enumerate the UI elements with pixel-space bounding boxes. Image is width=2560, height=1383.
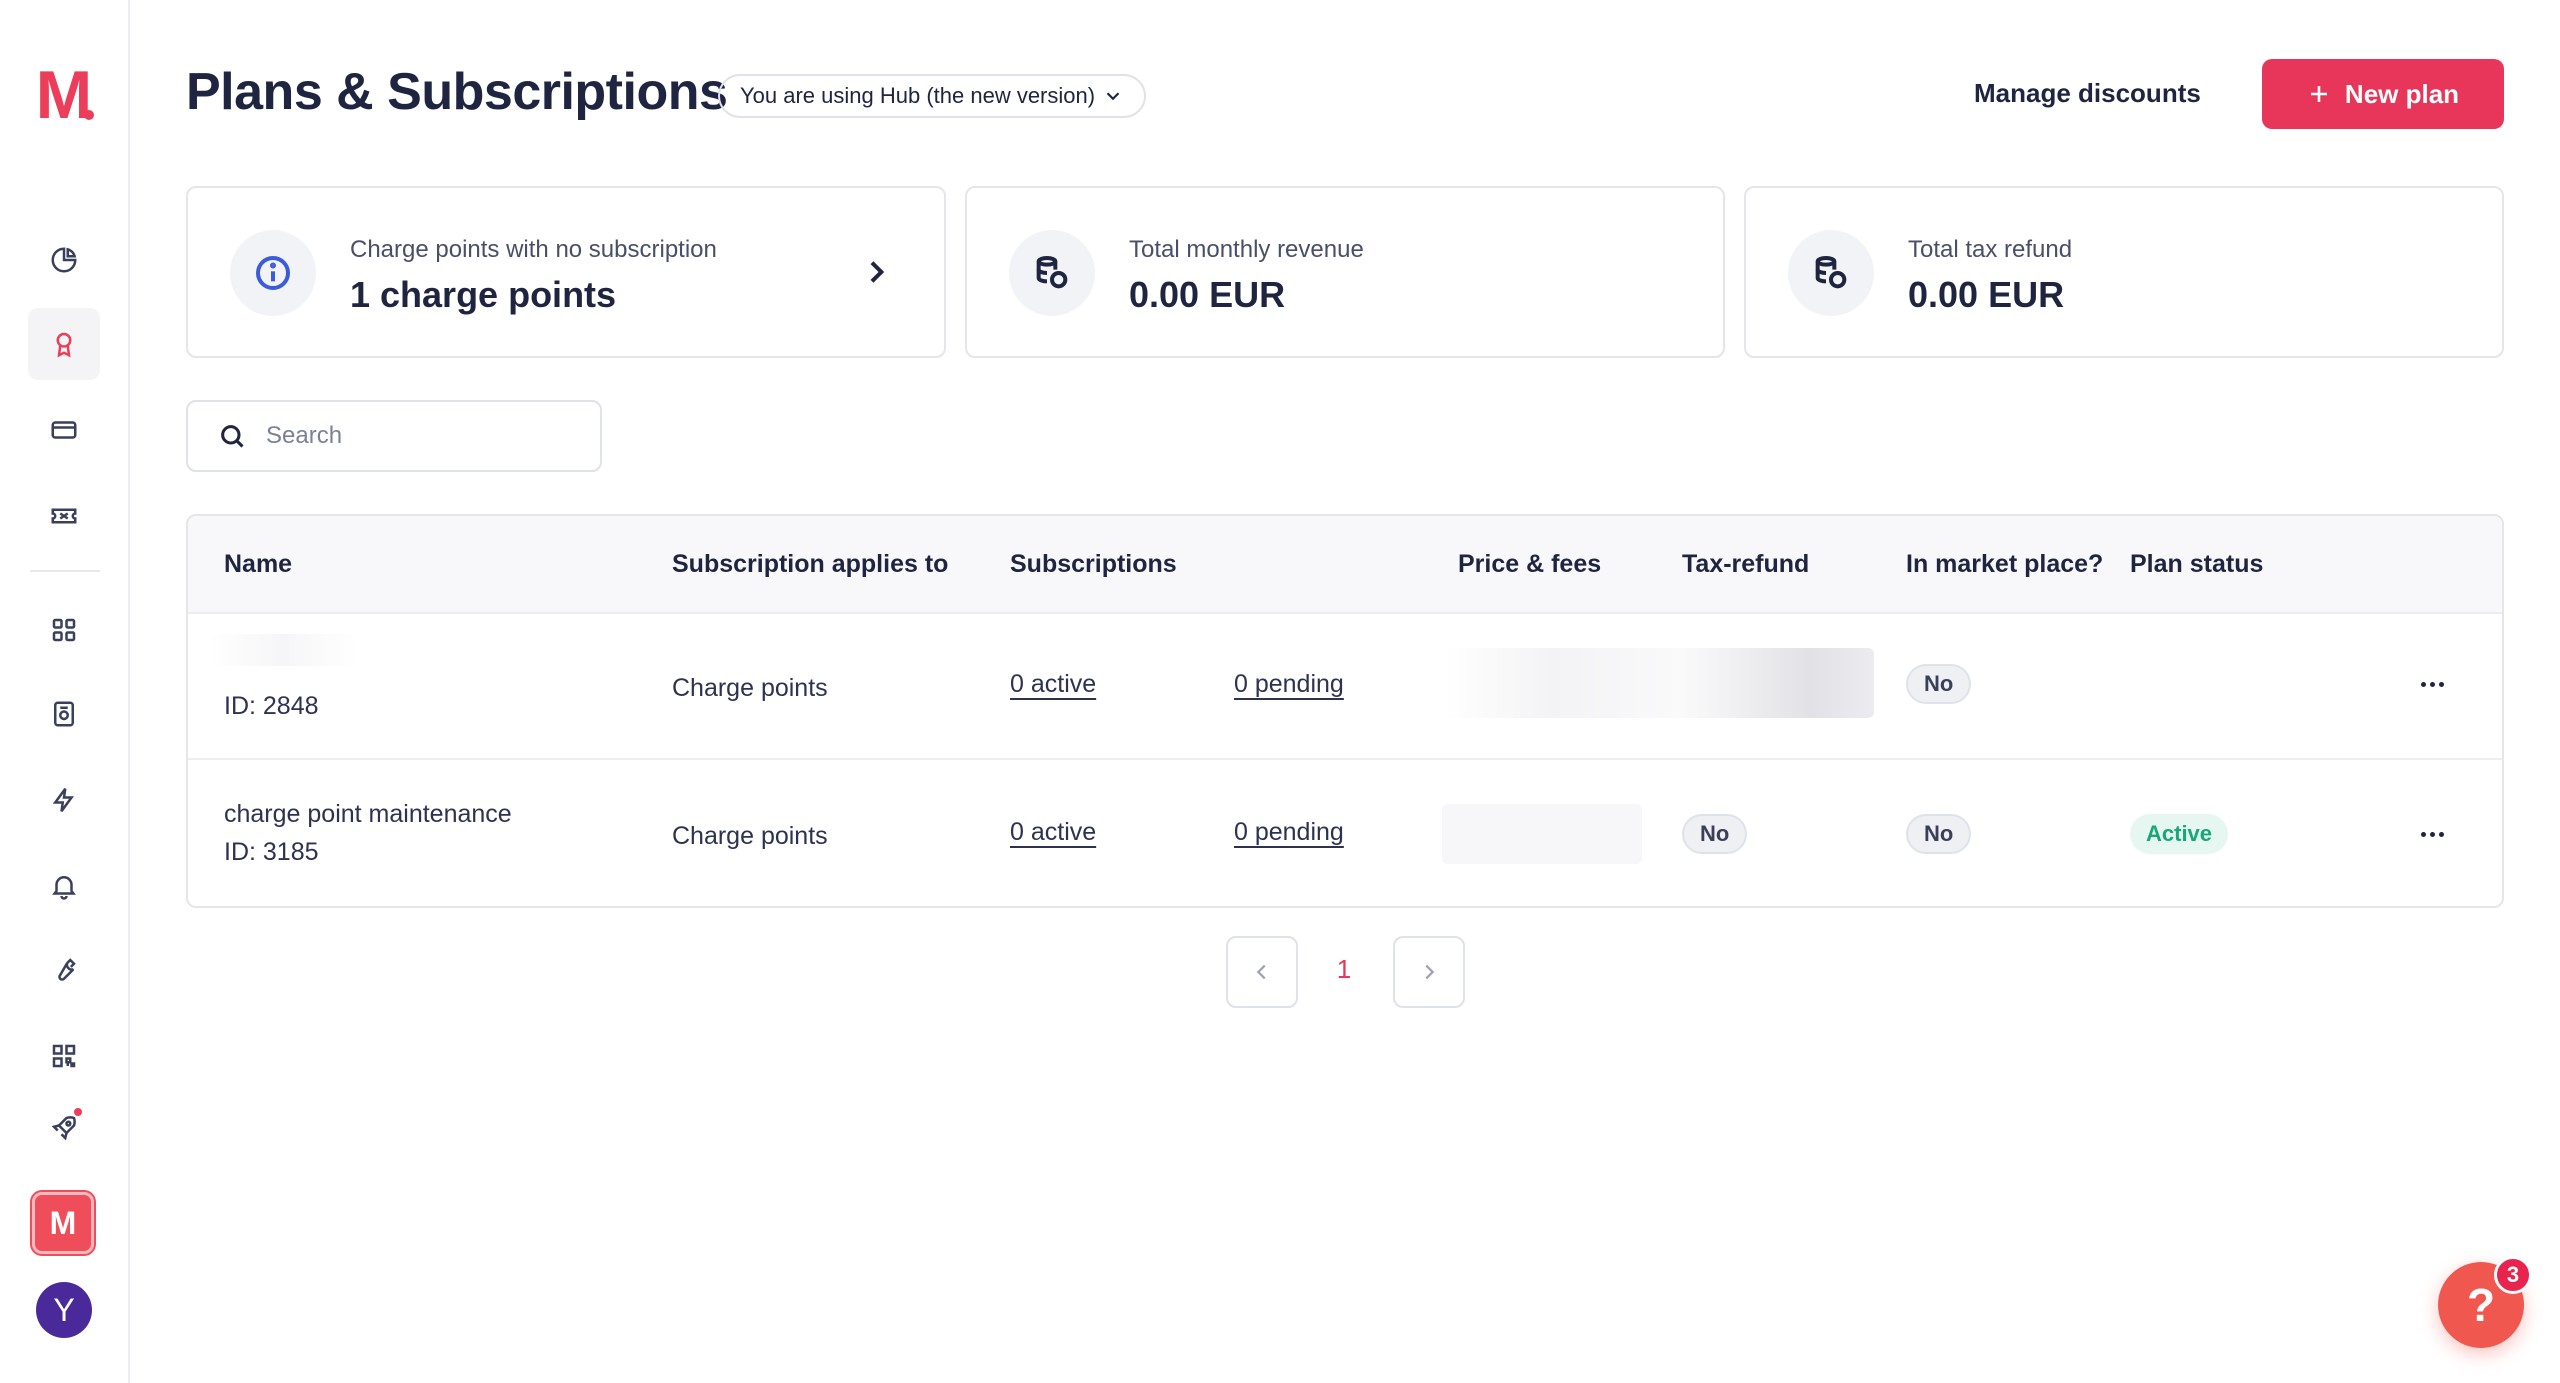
plans-table: Name Subscription applies to Subscriptio… [186, 514, 2504, 908]
sidebar-item-vouchers[interactable] [28, 480, 100, 552]
redacted-price-fees [1442, 804, 1642, 864]
card-icon-wrapper [1009, 230, 1095, 316]
version-dropdown[interactable]: You are using Hub (the new version) [718, 74, 1146, 118]
sidebar-item-chargers[interactable] [28, 678, 100, 750]
new-plan-label: New plan [2344, 78, 2460, 109]
active-subscriptions-link[interactable]: 0 active [1010, 818, 1096, 847]
plan-applies-to: Charge points [672, 822, 828, 850]
marketplace-badge: No [1906, 664, 1972, 704]
sidebar-divider [30, 570, 100, 572]
sidebar-item-dashboard[interactable] [28, 224, 100, 296]
help-badge: 3 [2494, 1256, 2532, 1294]
status-badge: Active [2130, 814, 2229, 854]
sidebar-item-payments[interactable] [28, 394, 100, 466]
charger-icon [54, 701, 74, 727]
redacted-plan-name [208, 634, 358, 666]
card-icon-wrapper [1788, 230, 1874, 316]
version-label: You are using Hub (the new version) [740, 83, 1096, 108]
sidebar-item-energy[interactable] [28, 764, 100, 836]
award-icon [56, 332, 72, 358]
column-header-marketplace[interactable]: In market place? [1906, 550, 2103, 579]
workspace-switcher[interactable]: M [32, 1192, 94, 1254]
plus-icon [2310, 86, 2327, 102]
new-plan-button[interactable]: New plan [2262, 59, 2504, 129]
more-dot [2420, 681, 2426, 687]
pending-subscriptions-link[interactable]: 0 pending [1234, 670, 1344, 699]
card-label: Total tax refund [1908, 236, 2073, 263]
notification-dot [74, 1108, 82, 1116]
table-row[interactable]: charge point maintenance ID: 3185 Charge… [188, 762, 2502, 906]
search-input[interactable] [266, 422, 586, 450]
column-header-applies-to[interactable]: Subscription applies to [672, 550, 948, 579]
table-header: Name Subscription applies to Subscriptio… [188, 516, 2502, 614]
coins-icon [1815, 255, 1847, 289]
table-row[interactable]: ID: 2848 Charge points 0 active 0 pendin… [188, 614, 2502, 760]
sidebar: M M Y [0, 0, 130, 1383]
sidebar-item-qr[interactable] [28, 1020, 100, 1092]
card-label: Charge points with no subscription [350, 236, 717, 263]
more-dot [2429, 681, 2435, 687]
coins-icon [1036, 255, 1068, 289]
sidebar-item-whats-new[interactable] [28, 1092, 100, 1164]
pending-subscriptions-link[interactable]: 0 pending [1234, 818, 1344, 847]
card-icon-wrapper [230, 230, 316, 316]
bell-icon [52, 876, 76, 900]
info-icon [256, 256, 290, 290]
page-title: Plans & Subscriptions [186, 63, 728, 121]
card-value: 0.00 EUR [1908, 274, 2065, 315]
plan-id: ID: 2848 [224, 692, 319, 720]
column-header-price[interactable]: Price & fees [1458, 550, 1601, 579]
wrench-icon [58, 958, 76, 981]
chevron-right-icon [870, 261, 885, 283]
tax-refund-badge: No [1682, 814, 1748, 854]
redacted-price-fees [1446, 648, 1874, 718]
row-actions-button[interactable] [2412, 814, 2452, 854]
more-dot [2438, 681, 2444, 687]
search-box[interactable] [186, 400, 602, 472]
sidebar-item-notifications[interactable] [28, 850, 100, 922]
logo-dot [84, 110, 94, 120]
chevron-left-icon [1256, 964, 1266, 980]
card-label: Total monthly revenue [1129, 236, 1364, 263]
manage-discounts-button[interactable]: Manage discounts [1974, 78, 2201, 109]
qr-code-icon [52, 1044, 76, 1068]
pagination-current-page[interactable]: 1 [1326, 954, 1362, 985]
card-monthly-revenue: Total monthly revenue 0.00 EUR [965, 186, 1725, 358]
pagination-prev-button[interactable] [1226, 936, 1298, 1008]
pagination-next-button[interactable] [1393, 936, 1465, 1008]
ticket-icon [51, 508, 77, 524]
more-dot [2438, 831, 2444, 837]
bolt-icon [52, 788, 74, 812]
app-logo[interactable]: M [30, 61, 96, 129]
chevron-right-icon [1425, 964, 1435, 980]
sidebar-item-plans[interactable] [28, 308, 100, 380]
plan-applies-to: Charge points [672, 674, 828, 702]
rocket-icon [51, 1116, 76, 1141]
dashboard-icon [51, 247, 77, 273]
column-header-tax-refund[interactable]: Tax-refund [1682, 550, 1809, 579]
card-value: 1 charge points [350, 274, 617, 315]
column-header-name[interactable]: Name [224, 550, 292, 579]
marketplace-badge: No [1906, 814, 1972, 854]
chevron-down-icon [1106, 92, 1120, 101]
column-header-plan-status[interactable]: Plan status [2130, 550, 2263, 579]
credit-card-icon [51, 421, 77, 439]
more-dot [2429, 831, 2435, 837]
search-icon [221, 425, 244, 448]
grid-icon [52, 618, 76, 642]
sidebar-item-maintenance[interactable] [28, 934, 100, 1006]
user-avatar[interactable]: Y [36, 1282, 92, 1338]
active-subscriptions-link[interactable]: 0 active [1010, 670, 1096, 699]
sidebar-item-apps[interactable] [28, 594, 100, 666]
card-unsubscribed-charge-points[interactable]: Charge points with no subscription 1 cha… [186, 186, 946, 358]
row-actions-button[interactable] [2412, 664, 2452, 704]
plan-name[interactable]: charge point maintenance [224, 800, 512, 829]
column-header-subscriptions[interactable]: Subscriptions [1010, 550, 1177, 579]
card-value: 0.00 EUR [1129, 274, 1286, 315]
card-tax-refund: Total tax refund 0.00 EUR [1744, 186, 2504, 358]
more-dot [2420, 831, 2426, 837]
plan-id: ID: 3185 [224, 838, 319, 866]
